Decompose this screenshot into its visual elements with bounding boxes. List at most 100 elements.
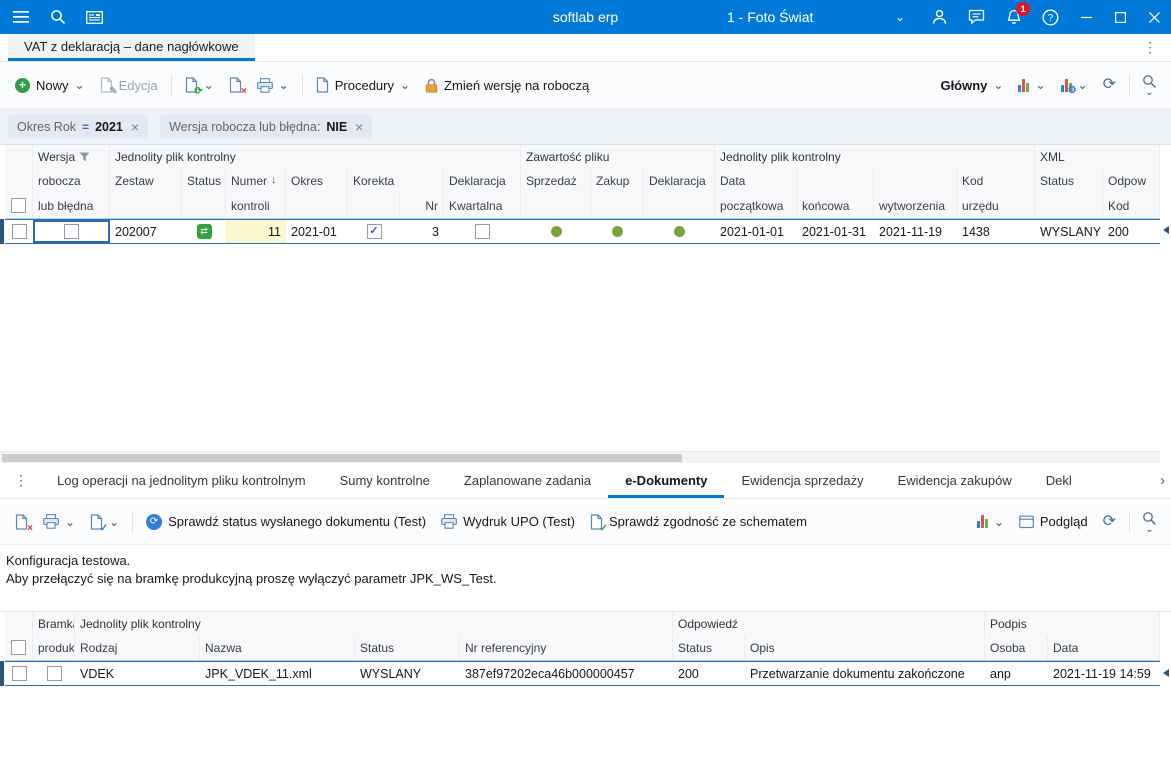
col-header-status[interactable]: Status [355,636,460,660]
maximize-button[interactable] [1103,0,1137,34]
kwartalna-checkbox[interactable] [475,224,490,239]
col-header-deklaracja2[interactable]: Deklaracja [644,168,715,193]
col-header-produk[interactable]: produk. [33,636,75,660]
horizontal-scrollbar[interactable] [0,451,1160,463]
procedures-button[interactable]: Procedury ⌄ [309,70,417,100]
col-subheader-nr[interactable]: Nr [400,193,444,218]
cell-rodzaj: VDEK [80,666,115,681]
group-header-wersja[interactable]: Wersja [33,145,110,168]
row-checkbox[interactable] [11,224,27,239]
global-search-button[interactable] [39,0,76,34]
menu-button[interactable] [2,0,39,34]
col-subheader-wytworzenia[interactable]: wytworzenia [874,193,957,218]
col-header-osoba[interactable]: Osoba [985,636,1048,660]
col-header-deklaracja[interactable]: Deklaracja [444,168,521,193]
tabs-scroll-right-button[interactable]: › [1156,463,1169,498]
col-header-status[interactable]: Status [182,168,226,193]
col-header-sprzedaz[interactable]: Sprzedaż [521,168,591,193]
col-header-numer[interactable]: Numer ↓ [226,168,286,193]
new-button[interactable]: + Nowy ⌄ [8,71,92,100]
col-header-opis[interactable]: Opis [745,636,985,660]
col-header-nr-referencyjny[interactable]: Nr referencyjny [460,636,673,660]
col-header-rodzaj[interactable]: Rodzaj [75,636,200,660]
bramka-checkbox[interactable] [46,666,62,681]
col-subheader-poczatkowa[interactable]: początkowa [715,193,797,218]
edit-button[interactable]: ✎ Edycja [93,70,165,100]
robocza-checkbox[interactable] [64,224,79,239]
tab-ewidencja-sprzedazy[interactable]: Ewidencja sprzedaży [724,463,880,498]
notifications-button[interactable]: 1 [995,0,1032,34]
table-row[interactable]: VDEK JPK_VDEK_11.xml WYSLANY 387ef97202e… [0,661,1160,686]
view-selector-button[interactable]: Główny ⌄ [933,71,1010,100]
chevron-down-icon: ⌄ [993,78,1004,92]
delete-button[interactable]: × [222,70,249,100]
col-header-zestaw[interactable]: Zestaw [110,168,182,193]
filter-chip-wersja[interactable]: Wersja robocza lub błędna: NIE × [160,114,373,139]
col-header-xml-status[interactable]: Status [1035,168,1103,193]
tab-zaplanowane-zadania[interactable]: Zaplanowane zadania [447,463,608,498]
col-subheader-koncowa[interactable]: końcowa [797,193,874,218]
tab-options-button[interactable]: ⋮ [1137,34,1163,61]
news-button[interactable] [76,0,113,34]
tab-vat-z-deklaracja[interactable]: VAT z deklaracją – dane nagłówkowe [8,34,255,61]
chevron-down-icon: ⌄ [1145,87,1154,98]
col-header-nazwa[interactable]: Nazwa [200,636,355,660]
remove-filter-icon[interactable]: × [129,120,139,134]
grid-search-button[interactable]: ⌄ [1136,72,1163,98]
chart-button[interactable]: ⌄ [1011,72,1052,99]
check-sent-status-button[interactable]: ⟳ Sprawdź status wysłanego dokumentu (Te… [139,507,433,537]
close-button[interactable] [1137,0,1171,34]
check-schema-button[interactable]: ✓ Sprawdź zgodność ze schematem [583,507,814,537]
col-subheader-kod[interactable]: Kod [1103,193,1160,218]
col-subheader-kwartalna[interactable]: Kwartalna [444,193,521,218]
preview-button[interactable]: Podgląd [1012,507,1095,536]
tab-log-operacji[interactable]: Log operacji na jednolitym pliku kontrol… [40,463,323,498]
print-document-button[interactable]: ⌄ [36,507,82,536]
chat-button[interactable] [958,0,995,34]
scrollbar-thumb[interactable] [2,454,682,462]
tab-e-dokumenty[interactable]: e-Dokumenty [608,463,724,498]
korekta-checkbox[interactable]: ✓ [366,224,382,239]
table-row[interactable]: 202007 ⇄ 11 2021-01 ✓ 3 2021-01-01 2021-… [0,219,1160,244]
procedures-doc-icon [316,77,328,93]
col-subheader-kontroli[interactable]: kontroli [226,193,286,218]
col-subheader-urzedu[interactable]: urzędu [957,193,1035,218]
tab-ewidencja-zakupow[interactable]: Ewidencja zakupów [881,463,1029,498]
user-button[interactable] [921,0,958,34]
document-actions-button[interactable]: ⟳ ⌄ [178,70,221,100]
select-all-checkbox[interactable] [11,198,26,213]
status-dot-green [550,226,562,237]
col-header-robocza[interactable]: robocza [33,168,110,193]
col-header-okres[interactable]: Okres [286,168,348,193]
tab-deklaracje[interactable]: Deklaracje [1029,463,1071,498]
col-header-zakup[interactable]: Zakup [591,168,644,193]
col-header-korekta[interactable]: Korekta [348,168,444,193]
select-all-checkbox[interactable] [11,640,26,655]
col-header-data[interactable]: Data [715,168,797,193]
grid-search-button[interactable]: ⌄ [1136,509,1163,535]
chart-button[interactable]: ⌄ [970,508,1011,535]
filter-chip-okres[interactable]: Okres Rok = 2021 × [8,114,149,139]
company-selector[interactable]: 1 - Foto Świat ⌄ [727,0,905,34]
col-subheader-lub-bledna[interactable]: lub błędna [33,193,110,218]
refresh-button[interactable]: ⟳ [1096,70,1123,100]
row-checkbox[interactable] [11,666,27,681]
edit-button-label: Edycja [118,77,158,93]
col-header-data[interactable]: Data [1048,636,1160,660]
detail-tabs-menu-button[interactable]: ⋮ [2,463,40,498]
col-header-kod[interactable]: Kod [957,168,1035,193]
help-button[interactable]: ? [1032,0,1069,34]
tab-sumy-kontrolne[interactable]: Sumy kontrolne [323,463,447,498]
col-header-odp-status[interactable]: Status [673,636,745,660]
minimize-button[interactable] [1069,0,1103,34]
export-document-button[interactable]: ✓ ⌄ [83,507,126,537]
refresh-button[interactable]: ⟳ [1096,507,1123,537]
print-upo-button[interactable]: Wydruk UPO (Test) [434,507,582,536]
delete-document-button[interactable]: × [8,507,35,537]
analysis-settings-button[interactable]: ⚙ ⌄ [1054,72,1095,99]
col-label: Okres [291,173,324,188]
col-header-odpowiedz[interactable]: Odpow [1103,168,1160,193]
change-version-button[interactable]: Zmień wersję na roboczą [418,71,596,100]
print-button[interactable]: ⌄ [250,71,296,100]
remove-filter-icon[interactable]: × [353,120,363,134]
